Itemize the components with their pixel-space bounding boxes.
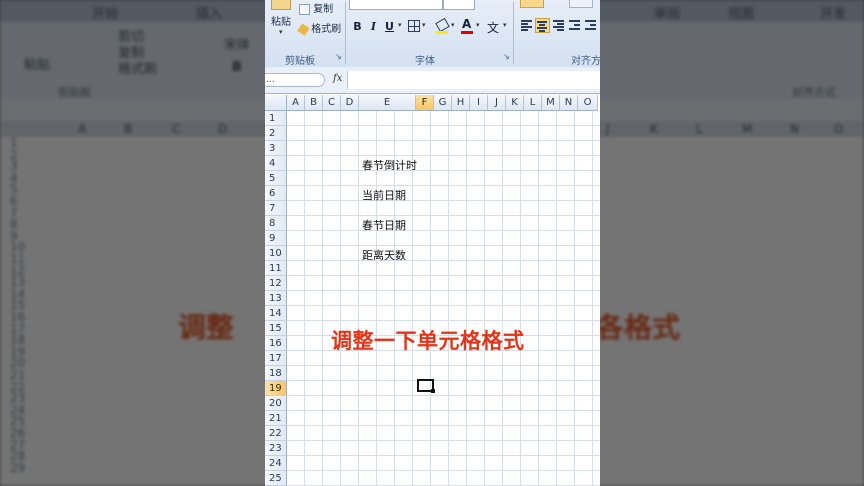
video-caption: 调整一下单元格格式 xyxy=(331,329,525,353)
row-header-16[interactable]: 16 xyxy=(265,336,287,351)
phonetic-icon: 文 xyxy=(487,21,500,35)
copy-button[interactable]: 复制 xyxy=(299,0,333,15)
row-header-1[interactable]: 1 xyxy=(265,111,287,126)
copy-label: 复制 xyxy=(313,4,334,15)
clipboard-group-label: 剪贴板 xyxy=(285,56,315,67)
excel-window: 粘贴 ▾ 复制 格式刷 剪贴板 ↘ B I U ▾ ▾ ▾ A ▾ 文 ▾ 字体… xyxy=(265,0,600,486)
format-painter-icon xyxy=(297,22,310,36)
column-header-E[interactable]: E xyxy=(359,95,416,111)
column-header-A[interactable]: A xyxy=(287,95,305,111)
cell-E10[interactable]: 距离天数 xyxy=(362,247,406,263)
row-header-11[interactable]: 11 xyxy=(265,261,287,276)
font-launcher-icon[interactable]: ↘ xyxy=(503,52,510,61)
bold-button[interactable]: B xyxy=(350,18,365,35)
cell-area[interactable]: 春节倒计时 当前日期 春节日期 距离天数 xyxy=(287,111,600,486)
chevron-down-icon[interactable]: ▾ xyxy=(422,21,426,29)
ribbon-separator xyxy=(345,2,346,64)
name-box[interactable]: ... xyxy=(265,73,325,87)
fill-color-button[interactable] xyxy=(435,17,450,35)
font-name-box[interactable] xyxy=(349,0,443,10)
fill-color-bar xyxy=(436,31,448,34)
row-header-25[interactable]: 25 xyxy=(265,471,287,486)
column-header-H[interactable]: H xyxy=(452,95,470,111)
font-size-box[interactable] xyxy=(443,0,475,10)
row-header-3[interactable]: 3 xyxy=(265,141,287,156)
increase-indent-button[interactable] xyxy=(583,18,598,33)
worksheet-grid: ABCDEFGHIJKLMNO 1 2 3 4 5 6 7 8 9 10 11 12 13 14 15 16 1… xyxy=(265,95,600,486)
font-color-icon: A xyxy=(462,17,472,31)
row-header-6[interactable]: 6 xyxy=(265,186,287,201)
formula-bar: ... fx xyxy=(265,67,600,94)
ribbon-separator xyxy=(513,2,514,64)
clipboard-launcher-icon[interactable]: ↘ xyxy=(335,52,342,61)
cell-E4[interactable]: 春节倒计时 xyxy=(362,157,417,173)
column-header-G[interactable]: G xyxy=(434,95,452,111)
formula-input[interactable] xyxy=(347,71,600,89)
font-group-label: 字体 xyxy=(415,56,435,67)
row-header-12[interactable]: 12 xyxy=(265,276,287,291)
paste-button[interactable]: 粘贴 ▾ xyxy=(269,0,293,44)
column-header-K[interactable]: K xyxy=(506,95,524,111)
align-right-button[interactable] xyxy=(551,18,566,33)
cell-E6[interactable]: 当前日期 xyxy=(362,187,406,203)
underline-button[interactable]: U xyxy=(382,18,397,35)
alignment-group-label: 对齐方式 xyxy=(571,56,600,67)
row-header-23[interactable]: 23 xyxy=(265,441,287,456)
row-header-18[interactable]: 18 xyxy=(265,366,287,381)
paste-label: 粘贴 xyxy=(271,17,291,28)
italic-button[interactable]: I xyxy=(366,18,381,35)
row-header-10[interactable]: 10 xyxy=(265,246,287,261)
align-center-button[interactable] xyxy=(535,18,550,33)
chevron-down-icon[interactable]: ▾ xyxy=(476,21,480,29)
paint-bucket-icon xyxy=(435,17,450,33)
paste-icon xyxy=(271,0,291,10)
row-header-7[interactable]: 7 xyxy=(265,201,287,216)
select-all-corner[interactable] xyxy=(265,95,287,111)
fill-handle[interactable] xyxy=(431,389,435,393)
chevron-down-icon[interactable]: ▾ xyxy=(451,21,455,29)
ribbon: 粘贴 ▾ 复制 格式刷 剪贴板 ↘ B I U ▾ ▾ ▾ A ▾ 文 ▾ 字体… xyxy=(265,0,600,68)
chevron-down-icon[interactable]: ▾ xyxy=(503,21,507,29)
column-header-C[interactable]: C xyxy=(323,95,341,111)
column-header-M[interactable]: M xyxy=(542,95,560,111)
align-left-button[interactable] xyxy=(519,18,534,33)
orientation-button[interactable] xyxy=(520,0,544,8)
column-header-B[interactable]: B xyxy=(305,95,323,111)
row-header-19[interactable]: 19 xyxy=(265,381,287,396)
column-header-N[interactable]: N xyxy=(560,95,578,111)
wrap-button[interactable] xyxy=(569,0,593,8)
chevron-down-icon: ▾ xyxy=(279,28,283,36)
row-header-2[interactable]: 2 xyxy=(265,126,287,141)
row-header-14[interactable]: 14 xyxy=(265,306,287,321)
row-header-5[interactable]: 5 xyxy=(265,171,287,186)
row-header-20[interactable]: 20 xyxy=(265,396,287,411)
column-header-O[interactable]: O xyxy=(578,95,598,111)
row-header-8[interactable]: 8 xyxy=(265,216,287,231)
cell-E8[interactable]: 春节日期 xyxy=(362,217,406,233)
row-header-22[interactable]: 22 xyxy=(265,426,287,441)
chevron-down-icon[interactable]: ▾ xyxy=(398,21,402,29)
decrease-indent-button[interactable] xyxy=(567,18,582,33)
column-header-L[interactable]: L xyxy=(524,95,542,111)
row-header-4[interactable]: 4 xyxy=(265,156,287,171)
font-color-button[interactable]: A xyxy=(460,17,474,35)
row-header-15[interactable]: 15 xyxy=(265,321,287,336)
insert-function-button[interactable]: fx xyxy=(333,73,342,84)
column-header-F[interactable]: F xyxy=(416,95,434,111)
row-header-13[interactable]: 13 xyxy=(265,291,287,306)
row-header-24[interactable]: 24 xyxy=(265,456,287,471)
copy-icon xyxy=(299,3,310,15)
row-header-17[interactable]: 17 xyxy=(265,351,287,366)
phonetic-button[interactable]: 文 xyxy=(487,17,501,35)
row-header-21[interactable]: 21 xyxy=(265,411,287,426)
format-painter-label: 格式刷 xyxy=(311,24,342,35)
borders-button[interactable] xyxy=(408,20,420,32)
column-header-J[interactable]: J xyxy=(488,95,506,111)
row-header-9[interactable]: 9 xyxy=(265,231,287,246)
column-header-I[interactable]: I xyxy=(470,95,488,111)
font-color-bar xyxy=(461,31,473,34)
column-header-D[interactable]: D xyxy=(341,95,359,111)
format-painter-button[interactable]: 格式刷 xyxy=(297,20,342,36)
